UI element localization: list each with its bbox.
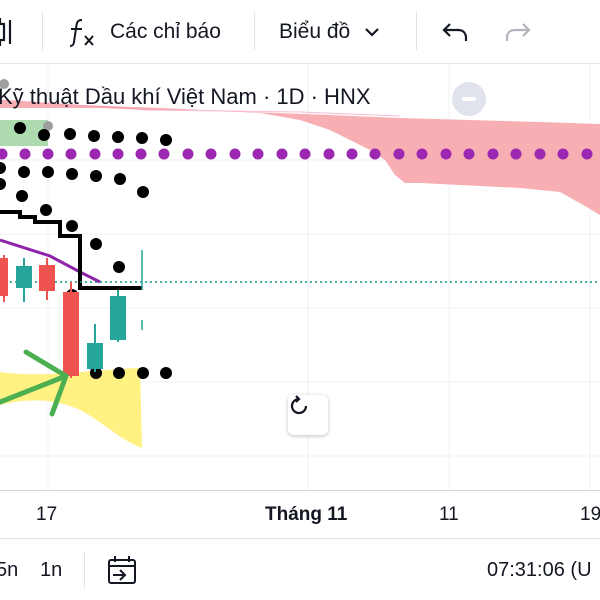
legend-collapse-button[interactable] [452,82,486,116]
top-toolbar: Các chỉ báo Biểu đồ [0,0,600,64]
toolbar-divider [254,12,255,50]
redo-icon [504,20,532,44]
clock-timezone[interactable]: 07:31:06 (U [487,539,592,600]
ichimoku-cloud [0,100,600,215]
candles-icon[interactable] [0,0,18,64]
undo-icon [441,20,469,44]
function-icon [66,16,96,48]
indicators-button[interactable]: Các chỉ báo [66,0,221,64]
sar-dots [0,122,172,379]
range-5-years-button[interactable]: 5n [0,539,18,600]
time-tick: 17 [36,504,58,525]
time-tick: Tháng 11 [265,504,348,525]
time-tick: 19 [580,504,600,525]
redo-button[interactable] [504,0,532,64]
go-to-date-button[interactable] [106,539,138,600]
undo-button[interactable] [441,0,469,64]
reset-chart-button[interactable] [288,395,328,435]
highlight-stroke [0,368,142,448]
time-axis[interactable]: 17 Tháng 11 11 19 [0,490,600,538]
chart-pane[interactable]: Kỹ thuật Dầu khí Việt Nam · 1D · HNX [0,64,600,490]
time-tick: 11 [439,504,459,525]
toolbar-divider [416,12,417,50]
indicators-label: Các chỉ báo [110,20,221,43]
range-1-year-button[interactable]: 1n [40,539,62,600]
calendar-icon [106,554,138,586]
symbol-legend-title: Kỹ thuật Dầu khí Việt Nam · 1D · HNX [0,84,371,109]
bottom-bar: 5n 1n 07:31:06 (U [0,538,600,600]
chevron-down-icon [364,26,380,38]
bottom-divider [84,551,85,589]
minus-icon [462,97,476,101]
chart-type-button[interactable]: Biểu đồ [279,0,380,64]
chart-type-label: Biểu đồ [279,20,351,43]
toolbar-divider [42,12,43,50]
